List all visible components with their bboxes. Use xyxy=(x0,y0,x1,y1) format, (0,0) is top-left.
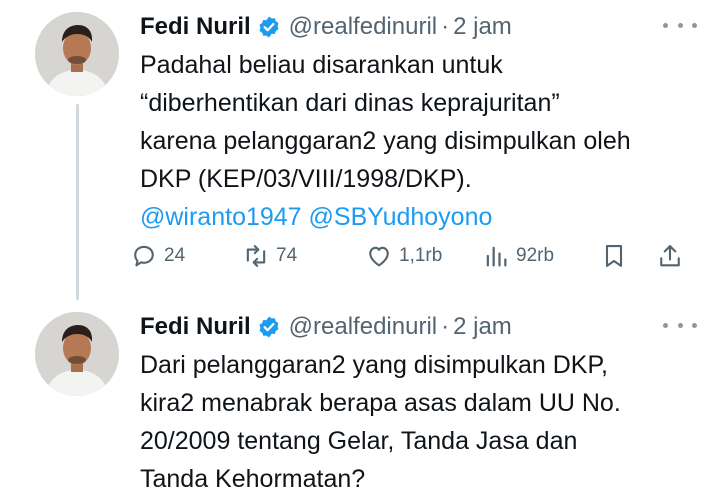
mention-link[interactable]: @SBYudhoyono xyxy=(309,203,493,231)
tweet[interactable]: Fedi Nuril @realfedinuril · 2 jam Padaha… xyxy=(0,0,719,300)
tweet-text-line: Padahal beliau disarankan untuk xyxy=(140,51,503,79)
verified-badge-icon xyxy=(259,316,279,338)
retweet-icon xyxy=(246,245,266,267)
tweet[interactable]: Fedi Nuril @realfedinuril · 2 jam Dari p… xyxy=(0,300,719,493)
handle[interactable]: @realfedinuril xyxy=(289,313,437,341)
tweet-text: Dari pelanggaran2 yang disimpulkan DKP, … xyxy=(140,346,710,498)
timestamp[interactable]: 2 jam xyxy=(453,313,512,341)
action-bar: 24 74 1,1rb 92rb xyxy=(130,238,690,274)
retweet-button[interactable]: 74 xyxy=(242,238,297,274)
tweet-text-line: DKP (KEP/03/VIII/1998/DKP). xyxy=(140,165,472,193)
avatar-photo xyxy=(35,312,119,396)
mentions-line: @wiranto1947 @SBYudhoyono xyxy=(140,198,710,236)
mention-link[interactable]: @wiranto1947 xyxy=(140,203,302,231)
separator: · xyxy=(441,13,450,40)
tweet-text-line: Tanda Kehormatan? xyxy=(140,465,366,493)
tweet-text-line: Dari pelanggaran2 yang disimpulkan DKP, xyxy=(140,351,608,379)
like-button[interactable]: 1,1rb xyxy=(365,238,442,274)
timestamp[interactable]: 2 jam xyxy=(453,13,512,41)
views-icon xyxy=(486,246,507,267)
views-count: 92rb xyxy=(516,245,555,266)
views-button[interactable]: 92rb xyxy=(482,238,554,274)
avatar[interactable] xyxy=(35,12,119,96)
tweet-header: Fedi Nuril @realfedinuril · 2 jam xyxy=(140,310,512,344)
heart-icon xyxy=(369,246,389,267)
separator: · xyxy=(441,313,450,340)
like-count: 1,1rb xyxy=(399,245,443,266)
handle[interactable]: @realfedinuril xyxy=(289,13,437,41)
share-button[interactable] xyxy=(656,238,684,274)
display-name[interactable]: Fedi Nuril xyxy=(140,313,251,341)
reply-button[interactable]: 24 xyxy=(130,238,185,274)
more-icon[interactable] xyxy=(663,18,697,32)
bookmark-button[interactable] xyxy=(600,238,628,274)
tweet-text-line: 20/2009 tentang Gelar, Tanda Jasa dan xyxy=(140,427,578,455)
display-name[interactable]: Fedi Nuril xyxy=(140,13,251,41)
tweet-text-line: “diberhentikan dari dinas keprajuritan” xyxy=(140,89,560,117)
more-icon[interactable] xyxy=(663,318,697,332)
verified-badge-icon xyxy=(259,16,279,38)
tweet-header: Fedi Nuril @realfedinuril · 2 jam xyxy=(140,10,512,44)
tweet-text: Padahal beliau disarankan untuk “diberhe… xyxy=(140,46,710,236)
thread-line xyxy=(76,104,79,300)
tweet-text-line: karena pelanggaran2 yang disimpulkan ole… xyxy=(140,127,631,155)
avatar-photo xyxy=(35,12,119,96)
retweet-count: 74 xyxy=(276,245,298,266)
tweet-text-line: kira2 menabrak berapa asas dalam UU No. xyxy=(140,389,621,417)
bookmark-icon xyxy=(605,245,623,267)
avatar[interactable] xyxy=(35,312,119,396)
reply-icon xyxy=(134,245,154,267)
share-icon xyxy=(660,245,680,267)
reply-count: 24 xyxy=(164,245,186,266)
